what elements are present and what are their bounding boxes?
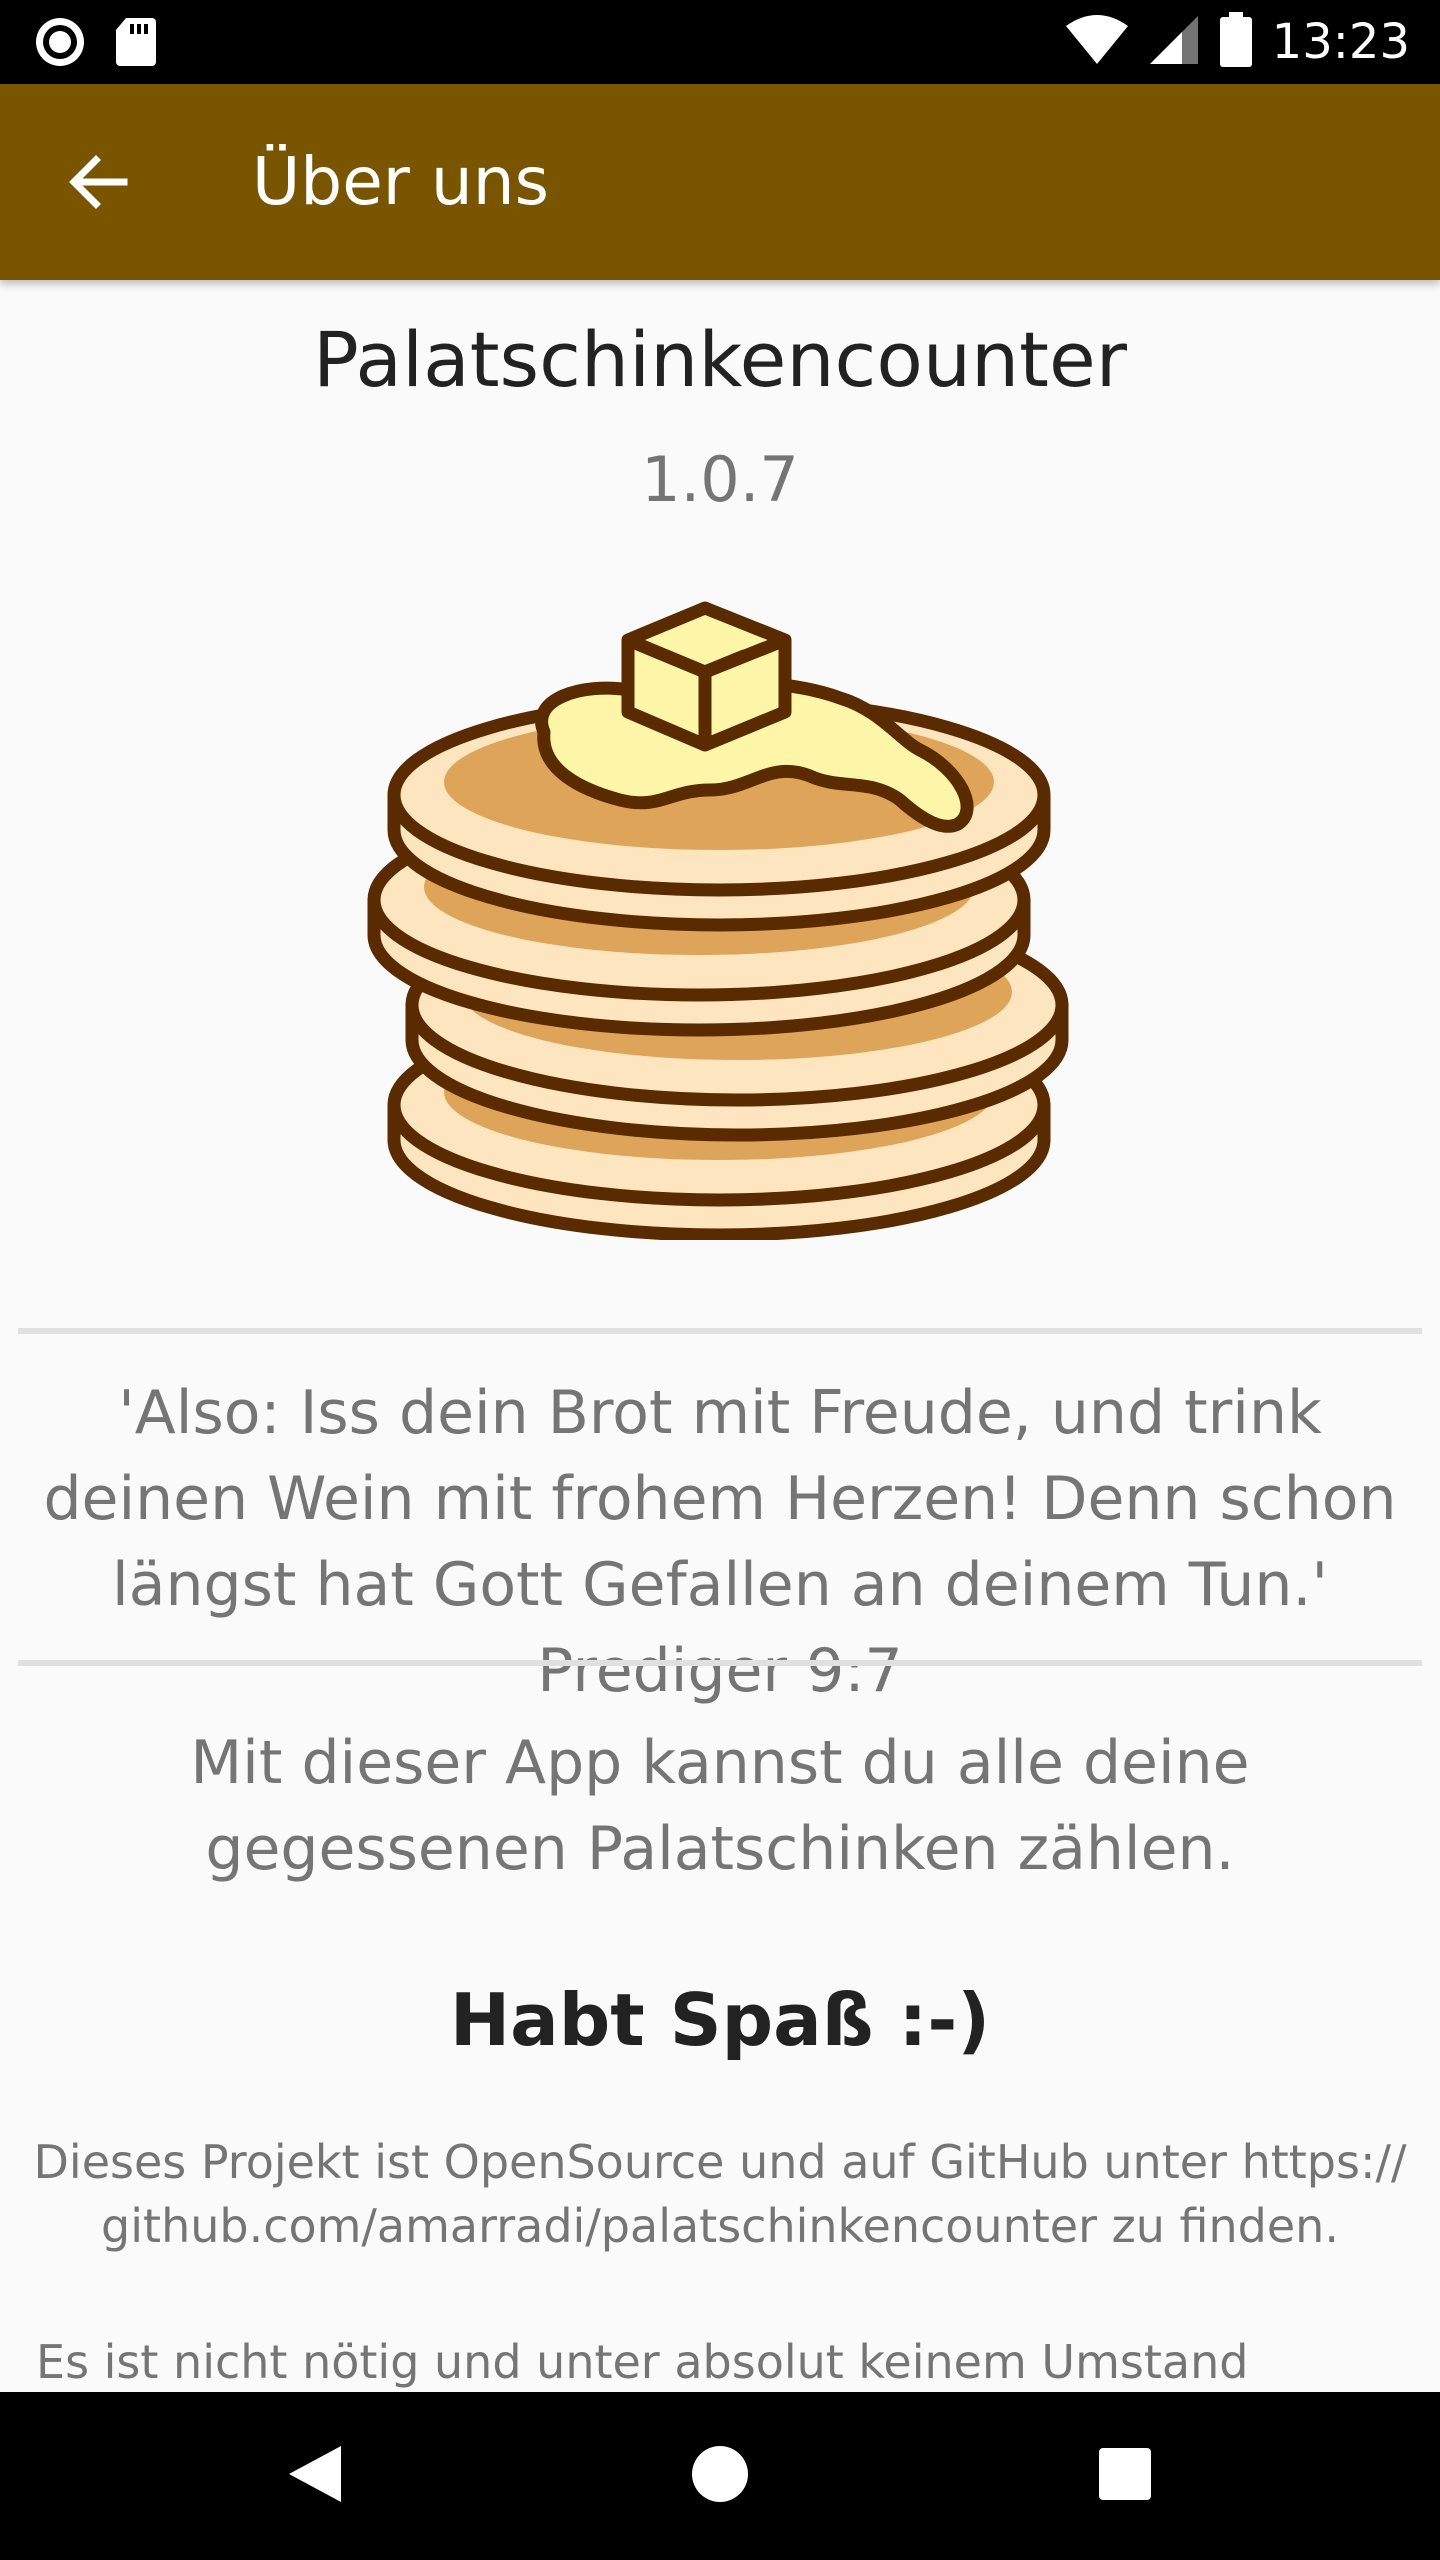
divider-bottom xyxy=(18,1660,1422,1666)
nav-home-icon xyxy=(690,2444,750,2508)
nav-recents-icon xyxy=(1097,2446,1153,2506)
status-clock: 13:23 xyxy=(1271,14,1410,70)
app-bar: Über uns xyxy=(0,84,1440,280)
sd-card-icon xyxy=(114,16,158,72)
nav-back-icon xyxy=(285,2442,345,2510)
disclaimer-text: Es ist nicht nötig und unter absolut kei… xyxy=(36,2335,1249,2389)
page-title: Über uns xyxy=(252,143,549,220)
wifi-icon xyxy=(1064,14,1130,70)
signal-icon xyxy=(1148,14,1200,70)
app-description: Mit dieser App kannst du alle deine gege… xyxy=(190,1728,1250,1884)
status-bar: 13:23 xyxy=(0,0,1440,84)
arrow-back-icon xyxy=(66,150,130,218)
pancake-stack-icon xyxy=(360,600,1080,1242)
battery-icon xyxy=(1218,12,1254,72)
nav-back-button[interactable] xyxy=(265,2426,365,2526)
record-icon xyxy=(32,14,88,74)
nav-recents-button[interactable] xyxy=(1075,2426,1175,2526)
app-version: 1.0.7 xyxy=(641,443,799,516)
divider-top xyxy=(18,1328,1422,1334)
opensource-notice[interactable]: Dieses Projekt ist OpenSource und auf Gi… xyxy=(30,2130,1410,2258)
have-fun-text: Habt Spaß :-) xyxy=(449,1978,991,2062)
about-content[interactable]: Palatschinkencounter 1.0.7 'Also: Iss de… xyxy=(0,280,1440,2392)
navigation-bar xyxy=(0,2392,1440,2560)
app-name: Palatschinkencounter xyxy=(313,315,1127,404)
back-button[interactable] xyxy=(50,136,146,232)
nav-home-button[interactable] xyxy=(670,2426,770,2526)
